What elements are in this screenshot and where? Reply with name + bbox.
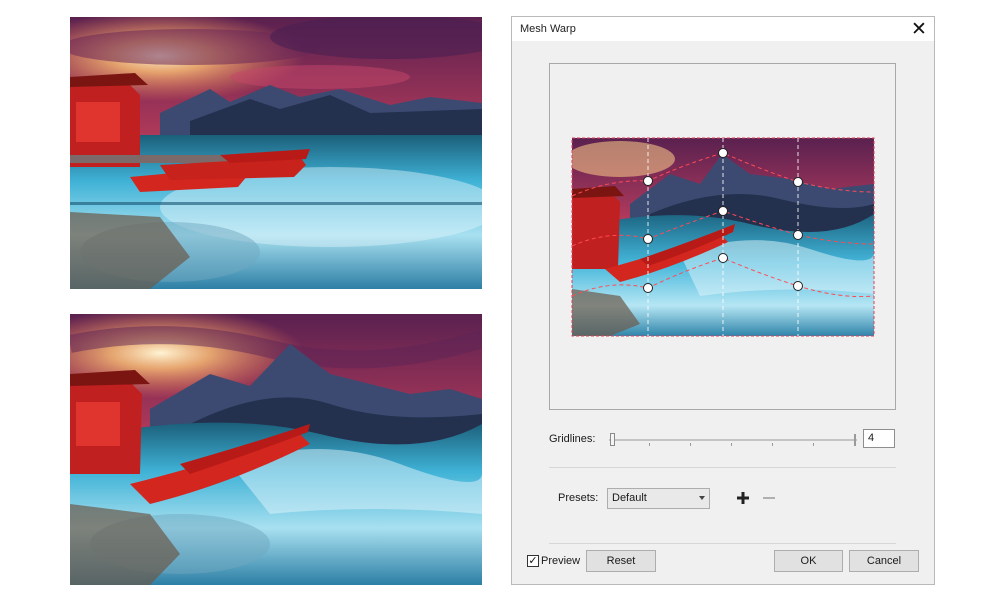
- mesh-node[interactable]: [793, 230, 803, 240]
- mesh-node[interactable]: [793, 177, 803, 187]
- slider-tick: [731, 443, 732, 446]
- mesh-node[interactable]: [718, 253, 728, 263]
- mesh-preview-image: [571, 137, 875, 337]
- mesh-preview-area[interactable]: [549, 63, 896, 410]
- slider-tick: [772, 443, 773, 446]
- mesh-node[interactable]: [643, 283, 653, 293]
- preview-label: Preview: [541, 555, 581, 567]
- slider-tick: [649, 443, 650, 446]
- close-icon[interactable]: ✕: [908, 18, 930, 40]
- mesh-warp-dialog: Mesh Warp ✕ Gridlines: 4 Presets: Defaul…: [511, 16, 935, 585]
- mesh-node[interactable]: [643, 176, 653, 186]
- ok-button[interactable]: OK: [774, 550, 843, 572]
- separator: [549, 467, 896, 468]
- gridlines-input[interactable]: 4: [863, 429, 895, 448]
- presets-label: Presets:: [558, 492, 599, 504]
- chevron-down-icon: [699, 496, 705, 500]
- presets-selected-value: Default: [612, 492, 647, 504]
- dialog-title: Mesh Warp: [520, 23, 576, 35]
- minus-icon[interactable]: [761, 490, 777, 506]
- gridlines-slider[interactable]: [609, 433, 857, 447]
- slider-thumb[interactable]: [610, 433, 615, 446]
- cancel-button[interactable]: Cancel: [849, 550, 919, 572]
- presets-dropdown[interactable]: Default: [607, 488, 710, 509]
- title-bar: Mesh Warp ✕: [512, 17, 934, 41]
- slider-tick: [813, 443, 814, 446]
- original-photo: [70, 17, 482, 289]
- slider-end: [854, 434, 856, 446]
- preview-checkbox[interactable]: ✓: [527, 555, 539, 567]
- landscape-photo-icon: [70, 17, 482, 289]
- reset-button[interactable]: Reset: [586, 550, 656, 572]
- gridlines-label: Gridlines:: [549, 433, 596, 445]
- mesh-node[interactable]: [793, 281, 803, 291]
- separator: [549, 543, 896, 544]
- mesh-node[interactable]: [643, 234, 653, 244]
- plus-icon[interactable]: [735, 490, 751, 506]
- slider-tick: [690, 443, 691, 446]
- warped-photo: [70, 314, 482, 585]
- mesh-node[interactable]: [718, 206, 728, 216]
- mesh-node[interactable]: [718, 148, 728, 158]
- slider-track: [609, 439, 857, 441]
- landscape-photo-warped-icon: [70, 314, 482, 585]
